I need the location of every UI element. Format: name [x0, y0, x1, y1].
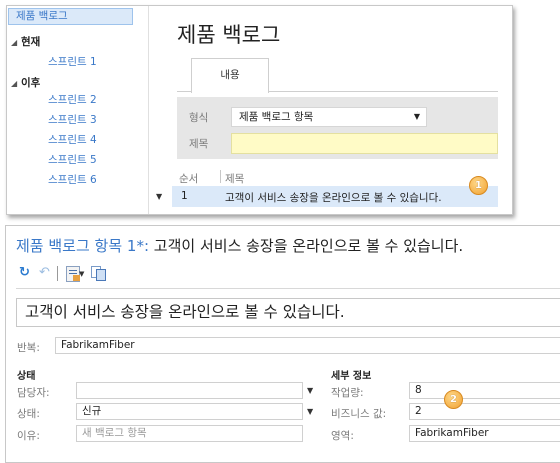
- assigned-to-field[interactable]: [76, 382, 303, 399]
- sidebar-group-current[interactable]: ◢ 현재: [11, 34, 40, 49]
- table-row[interactable]: 1 고객이 서비스 송장을 온라인으로 볼 수 있습니다.: [172, 186, 498, 207]
- sidebar-item-sprint-4[interactable]: 스프린트 4: [48, 132, 97, 147]
- column-header-title[interactable]: 제목: [225, 171, 244, 186]
- callout-badge: 2: [444, 390, 463, 409]
- sidebar-group-future[interactable]: ◢ 이후: [11, 75, 40, 90]
- collapse-triangle-icon[interactable]: ◢: [11, 79, 21, 88]
- toolbar-divider: [16, 288, 560, 289]
- title-input[interactable]: [231, 133, 498, 154]
- sidebar-group-label: 이후: [21, 77, 41, 89]
- toolbar: ↻ ↶ ▼: [19, 264, 139, 284]
- iteration-label: 반복:: [17, 342, 40, 354]
- column-header-order[interactable]: 순서: [179, 171, 198, 186]
- iteration-field[interactable]: FabrikamFiber: [55, 337, 560, 354]
- tab-content[interactable]: 내용: [191, 58, 269, 93]
- area-field[interactable]: FabrikamFiber: [409, 425, 560, 442]
- toolbar-separator: [57, 266, 58, 281]
- sidebar-item-product-backlog[interactable]: 제품 백로그: [8, 8, 133, 25]
- type-label: 형식: [189, 112, 209, 124]
- title-label: 제목: [189, 138, 209, 150]
- dropdown-arrow-icon[interactable]: ▼: [307, 407, 313, 416]
- effort-label: 작업량:: [331, 387, 364, 399]
- details-section-header: 세부 정보: [331, 371, 372, 382]
- reason-label: 이유:: [17, 430, 40, 442]
- save-item-icon[interactable]: [66, 266, 80, 282]
- type-select-value: 제품 백로그 항목: [239, 111, 314, 123]
- sidebar-item-sprint-3[interactable]: 스프린트 3: [48, 112, 97, 127]
- dropdown-arrow-icon[interactable]: ▼: [79, 270, 84, 278]
- assigned-to-label: 담당자:: [17, 387, 50, 399]
- row-order: 1: [181, 190, 188, 202]
- callout-badge: 1: [469, 176, 488, 195]
- backlog-panel: 제품 백로그 ◢ 현재 스프린트 1 ◢ 이후 스프린트 2 스프린트 3 스프린트…: [6, 5, 513, 215]
- title-field[interactable]: 고객이 서비스 송장을 온라인으로 볼 수 있습니다.: [16, 298, 560, 327]
- area-label: 영역:: [331, 430, 354, 442]
- row-expand-arrow-icon[interactable]: ▼: [156, 192, 162, 201]
- backlog-sidebar: 제품 백로그 ◢ 현재 스프린트 1 ◢ 이후 스프린트 2 스프린트 3 스프린트…: [7, 6, 149, 214]
- sidebar-group-label: 현재: [21, 36, 41, 48]
- sidebar-item-sprint-5[interactable]: 스프린트 5: [48, 152, 97, 167]
- page-title: 제품 백로그: [177, 23, 281, 47]
- row-title: 고객이 서비스 송장을 온라인으로 볼 수 있습니다.: [225, 192, 442, 204]
- undo-icon[interactable]: ↶: [39, 265, 50, 280]
- sidebar-item-sprint-1[interactable]: 스프린트 1: [48, 54, 97, 69]
- business-value-label: 비즈니스 값:: [331, 408, 387, 420]
- state-label: 상태:: [17, 408, 40, 420]
- sidebar-item-sprint-2[interactable]: 스프린트 2: [48, 92, 97, 107]
- dropdown-arrow-icon[interactable]: ▼: [414, 108, 420, 126]
- status-section-header: 상태: [17, 371, 36, 382]
- work-item-title-text: 고객이 서비스 송장을 온라인으로 볼 수 있습니다.: [153, 237, 464, 255]
- type-select[interactable]: 제품 백로그 항목 ▼: [231, 107, 427, 127]
- copy-item-icon[interactable]: [91, 266, 106, 281]
- work-item-panel: 제품 백로그 항목 1*: 고객이 서비스 송장을 온라인으로 볼 수 있습니다…: [5, 225, 560, 463]
- reason-field[interactable]: 새 백로그 항목: [76, 425, 303, 442]
- state-field[interactable]: 신규: [76, 403, 303, 420]
- work-item-title: 제품 백로그 항목 1*: 고객이 서비스 송장을 온라인으로 볼 수 있습니다…: [16, 235, 463, 256]
- collapse-triangle-icon[interactable]: ◢: [11, 38, 21, 47]
- work-item-title-prefix: 제품 백로그 항목 1*:: [16, 237, 150, 255]
- sidebar-item-sprint-6[interactable]: 스프린트 6: [48, 172, 97, 187]
- column-separator: [220, 170, 221, 183]
- new-item-form: 형식 제품 백로그 항목 ▼ 제목: [177, 97, 498, 159]
- dropdown-arrow-icon[interactable]: ▼: [307, 386, 313, 395]
- business-value-field[interactable]: 2: [409, 403, 560, 420]
- effort-field[interactable]: 8: [409, 382, 560, 399]
- refresh-icon[interactable]: ↻: [19, 265, 30, 280]
